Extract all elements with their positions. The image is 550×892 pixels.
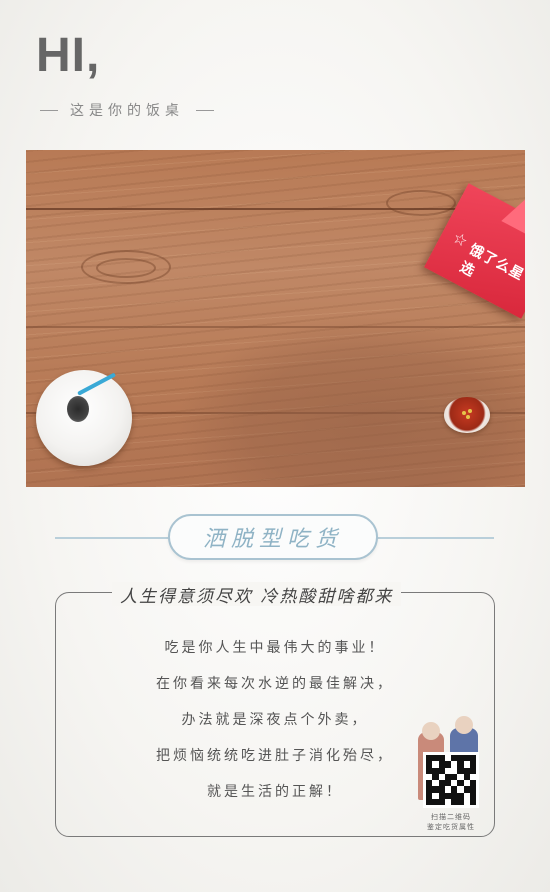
greeting-title: HI, [36, 29, 101, 82]
cup-lid-hole [67, 396, 89, 422]
card-line: 办法就是深夜点个外卖， [181, 712, 369, 728]
sesame-dot [466, 415, 470, 419]
card-line: 吃是你人生中最伟大的事业！ [164, 640, 386, 656]
card-text: 吃是你人生中最伟大的事业！ 在你看来每次水逆的最佳解决， 办法就是深夜点个外卖，… [95, 635, 455, 815]
card-line: 就是生活的正解！ [207, 784, 343, 800]
badge-line-right [376, 537, 494, 539]
wood-knot [96, 258, 156, 278]
dining-table-photo: ☆ 饿了么星选 [26, 150, 525, 487]
card-heading: 人生得意须尽欢 冷热酸甜啥都来 [112, 582, 402, 607]
subtitle-dash-right [196, 109, 214, 111]
badge-line-left [55, 537, 170, 539]
straw [77, 372, 117, 396]
card-line: 在你看来每次水逆的最佳解决， [156, 676, 394, 692]
qr-caption-line: 扫描二维码 [431, 813, 471, 821]
subtitle-text: 这是你的饭桌 [70, 103, 184, 119]
badge-label: 洒脱型吃货 [202, 527, 343, 552]
subtitle-dash-left [40, 109, 58, 111]
sauce-dish [444, 397, 490, 433]
subtitle: 这是你的饭桌 [40, 100, 240, 120]
person-head [422, 722, 440, 740]
qr-module [469, 798, 476, 805]
personality-badge: 洒脱型吃货 [168, 514, 378, 560]
card-line: 把烦恼统统吃进肚子消化殆尽， [156, 748, 394, 764]
qr-caption: 扫描二维码 鉴定吃货属性 [418, 812, 484, 832]
sesame-dot [468, 409, 472, 413]
person-head [455, 716, 473, 734]
drink-cup [36, 370, 132, 466]
sesame-dot [462, 411, 466, 415]
qr-code[interactable] [423, 752, 479, 808]
qr-caption-line: 鉴定吃货属性 [427, 823, 475, 831]
takeout-bag: ☆ 饿了么星选 [405, 159, 525, 321]
